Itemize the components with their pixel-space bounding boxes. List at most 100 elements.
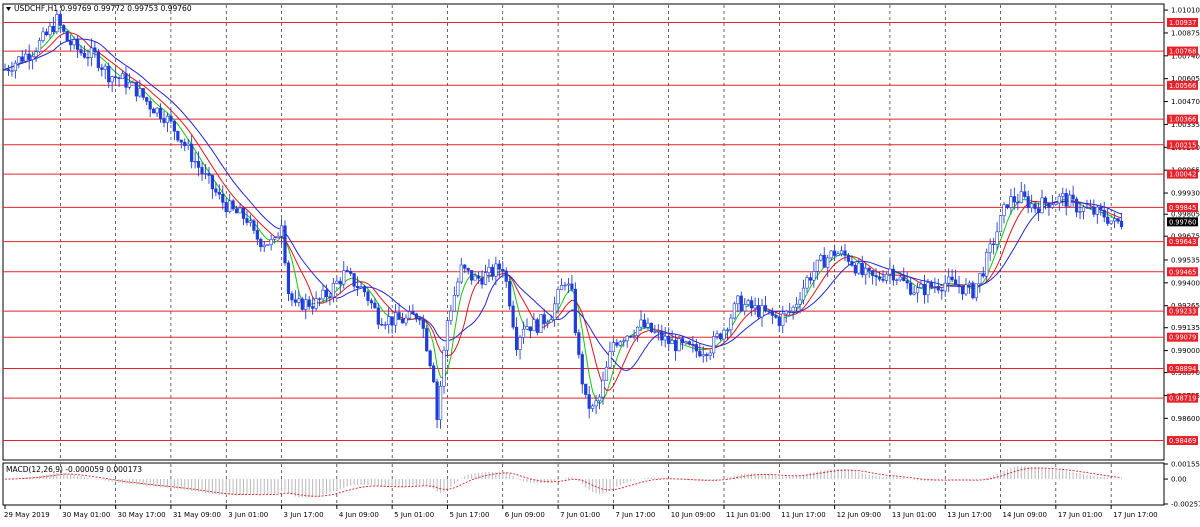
candle-body	[532, 319, 536, 332]
candle-body	[17, 56, 21, 64]
candle-body	[58, 14, 62, 26]
candle-body	[79, 49, 83, 54]
candle-body	[438, 385, 443, 420]
candle-body	[674, 339, 678, 352]
candle-body	[1043, 197, 1048, 204]
candle-body	[300, 298, 304, 310]
candle-body	[687, 341, 692, 345]
candle-body	[297, 298, 301, 303]
candle-body	[639, 319, 643, 328]
candle-body	[985, 252, 989, 277]
candle-body	[314, 298, 318, 309]
candle-body	[117, 77, 121, 80]
candle-body	[998, 215, 1003, 233]
candle-body	[940, 289, 944, 292]
candle-body	[950, 276, 954, 281]
candle-body	[273, 237, 277, 240]
x-tick-label: 6 Jun 09:00	[505, 511, 545, 519]
candle-body	[864, 267, 868, 276]
candle-body	[902, 276, 906, 281]
candle-body	[546, 321, 550, 324]
candle-body	[1016, 201, 1020, 204]
candle-body	[317, 298, 322, 300]
candle-body	[822, 254, 826, 268]
candle-body	[753, 305, 757, 309]
x-tick-label: 12 Jun 09:00	[837, 511, 881, 519]
candle-body	[445, 320, 450, 351]
candle-body	[594, 400, 598, 407]
candle-body	[141, 88, 145, 98]
level-label: 0.99079	[1169, 334, 1196, 342]
candle-body	[784, 310, 788, 315]
candle-body	[155, 107, 159, 114]
candle-body	[169, 115, 173, 122]
candle-body	[459, 264, 463, 283]
candle-body	[514, 326, 519, 350]
candle-body	[577, 332, 581, 355]
candle-body	[342, 270, 346, 285]
candle-body	[929, 282, 933, 288]
candle-body	[850, 261, 854, 266]
candle-body	[37, 40, 42, 52]
candle-body	[476, 275, 481, 279]
candle-body	[629, 335, 633, 338]
candle-body	[684, 341, 688, 344]
candle-body	[535, 319, 539, 333]
candle-body	[466, 268, 470, 271]
candle-body	[615, 342, 619, 346]
candle-body	[981, 273, 985, 277]
candle-body	[286, 262, 291, 294]
candle-body	[715, 333, 719, 337]
candle-body	[1026, 196, 1030, 209]
candle-body	[1050, 204, 1054, 208]
candle-body	[48, 25, 52, 36]
candle-body	[131, 81, 135, 84]
candle-body	[736, 295, 740, 305]
candle-body	[114, 76, 118, 78]
candle-body	[456, 281, 460, 296]
y-tick-label: 0.99000	[1171, 347, 1200, 355]
level-label: 0.98469	[1169, 437, 1196, 445]
candle-body	[86, 56, 90, 59]
x-tick-label: 31 May 09:00	[173, 511, 221, 519]
x-tick-label: 13 Jun 17:00	[947, 511, 991, 519]
candle-body	[732, 303, 736, 319]
level-label: 1.00768	[1169, 48, 1196, 56]
candle-body	[646, 322, 650, 328]
candle-body	[1081, 206, 1086, 212]
candle-body	[331, 283, 335, 298]
candle-body	[407, 311, 412, 319]
candle-body	[134, 81, 138, 97]
candle-body	[967, 282, 972, 285]
candle-body	[1074, 198, 1079, 213]
level-label: 0.98719	[1169, 395, 1196, 403]
candle-body	[120, 73, 125, 80]
candle-body	[13, 62, 17, 72]
candle-body	[611, 342, 615, 353]
candle-body	[203, 173, 208, 175]
candle-body	[663, 335, 667, 341]
level-label: 1.00937	[1169, 19, 1196, 27]
price-chart[interactable]: 0.001553 0.00 -0.002571 1.01010 1.00875 1.00…	[0, 0, 1200, 523]
candle-body	[1057, 195, 1061, 204]
candle-body	[788, 310, 792, 313]
candle-body	[839, 250, 844, 255]
x-tick-label: 7 Jun 17:00	[615, 511, 655, 519]
candle-body	[677, 338, 681, 352]
candle-body	[1092, 207, 1096, 215]
candle-body	[508, 281, 512, 307]
candle-body	[853, 265, 857, 274]
macd-label: MACD(12,26,9) -0.000059 0.000173	[6, 465, 142, 474]
candle-body	[860, 262, 864, 276]
candle-body	[62, 25, 66, 32]
candle-body	[176, 130, 180, 141]
candle-body	[635, 326, 640, 336]
candle-body	[559, 285, 564, 290]
candle-body	[148, 101, 152, 110]
candle-body	[27, 53, 31, 61]
y-tick-label: 0.99400	[1171, 279, 1200, 287]
candle-body	[763, 305, 768, 311]
candle-body	[632, 335, 636, 337]
x-tick-label: 3 Jun 01:00	[228, 511, 268, 519]
candle-body	[539, 314, 543, 333]
